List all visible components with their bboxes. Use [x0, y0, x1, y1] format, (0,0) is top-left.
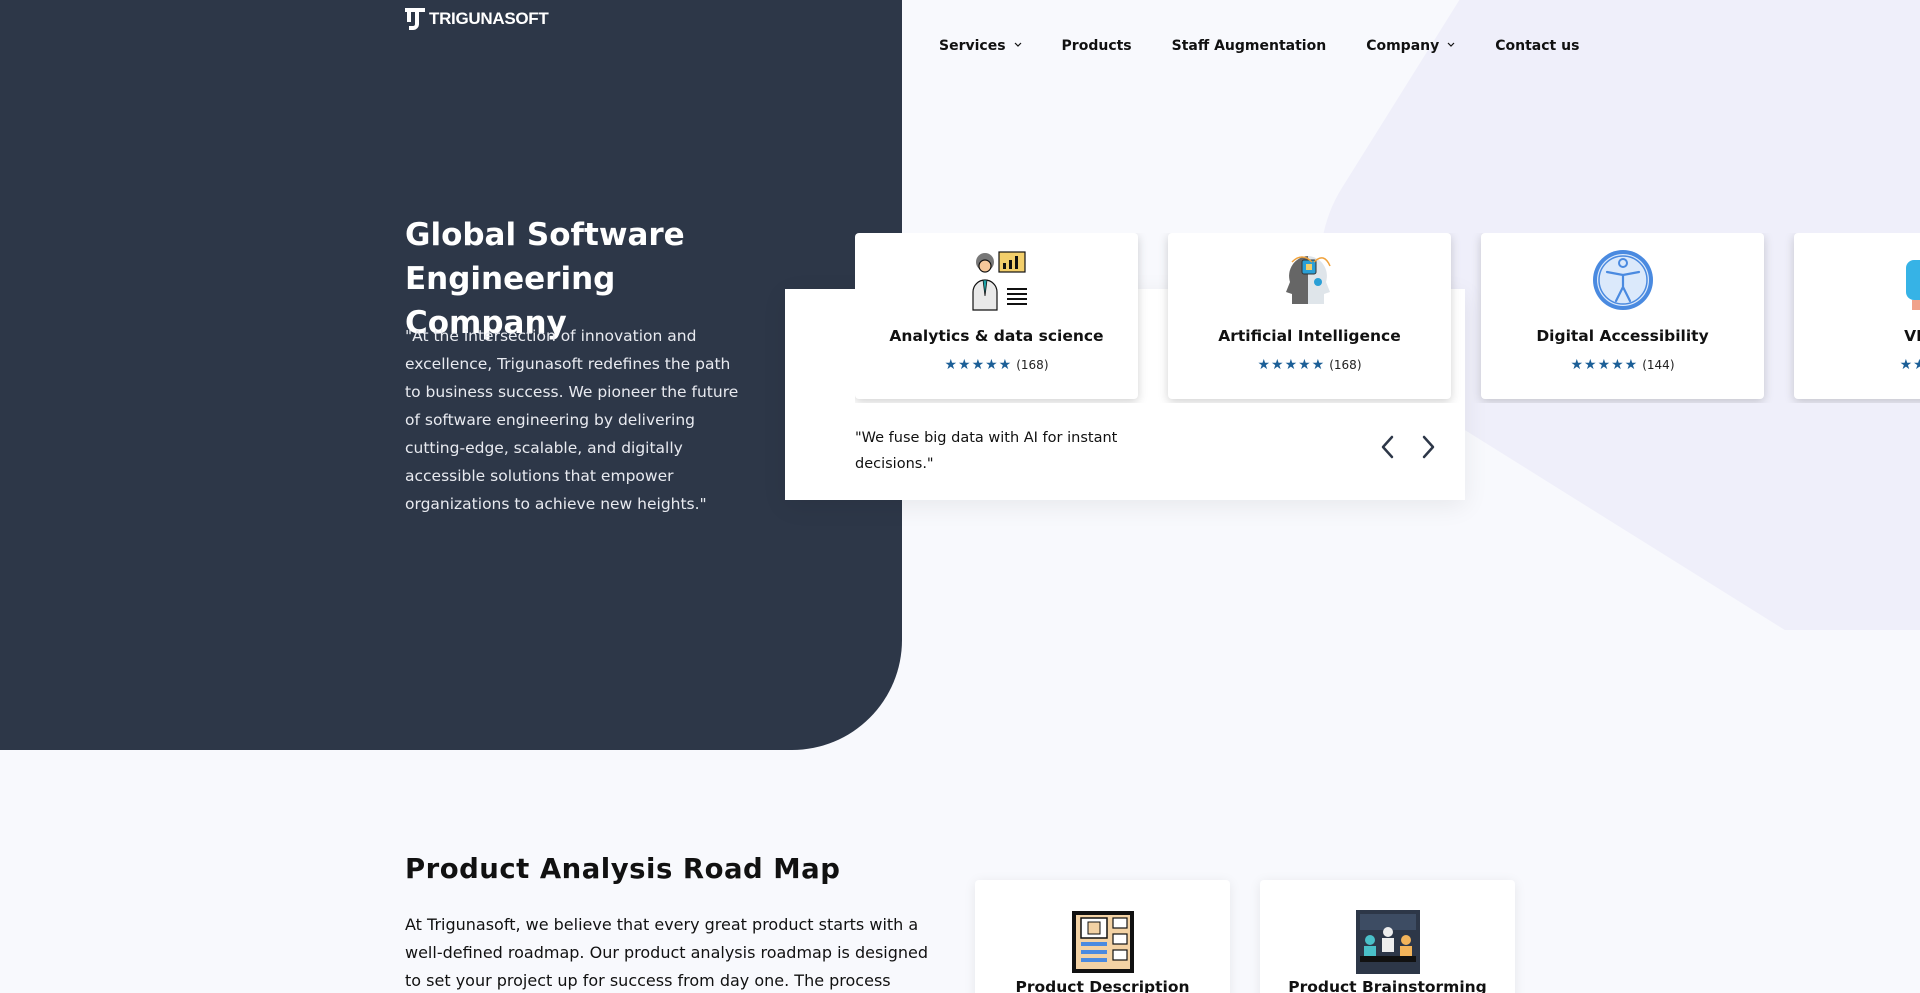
ai-head-icon [1278, 248, 1342, 312]
nav-services[interactable]: Services [939, 38, 1022, 54]
card-title: VR Dev [1904, 327, 1920, 345]
nav-contact-us-label: Contact us [1495, 38, 1580, 54]
rating-count: (168) [1016, 358, 1049, 372]
product-description-icon [1071, 910, 1135, 974]
carousel-controls [1378, 432, 1438, 462]
card-rating: ★★★★★ (144) [1570, 357, 1674, 373]
roadmap-description: At Trigunasoft, we believe that every gr… [405, 915, 929, 990]
chevron-down-icon [1447, 41, 1455, 51]
carousel-track: Analytics & data science ★★★★★ (168) Art… [855, 233, 1920, 403]
rating-count: (168) [1329, 358, 1362, 372]
star-rating-icon: ★★★★★ [1899, 357, 1920, 373]
nav-products[interactable]: Products [1062, 38, 1132, 54]
rating-count: (144) [1642, 358, 1675, 372]
services-carousel: Analytics & data science ★★★★★ (168) Art… [855, 233, 1920, 403]
star-rating-icon: ★★★★★ [1257, 357, 1326, 373]
nav-staff-augmentation-label: Staff Augmentation [1171, 38, 1327, 54]
card-rating: ★★★★★ [1900, 357, 1920, 373]
card-title: Artificial Intelligence [1218, 327, 1401, 345]
main-nav: Services Products Staff Augmentation Com… [939, 38, 1579, 54]
vr-icon [1904, 248, 1920, 312]
nav-company[interactable]: Company [1366, 38, 1455, 54]
logo-mark-icon [405, 8, 425, 30]
brainstorming-icon [1355, 910, 1420, 974]
service-card-ai[interactable]: Artificial Intelligence ★★★★★ (168) [1168, 233, 1451, 399]
service-card-analytics[interactable]: Analytics & data science ★★★★★ (168) [855, 233, 1138, 399]
nav-products-label: Products [1061, 38, 1132, 54]
card-rating: ★★★★★ (168) [944, 357, 1048, 373]
card-title: Analytics & data science [889, 327, 1104, 345]
roadmap-title: Product Analysis Road Map [405, 853, 841, 885]
brand-logo[interactable]: TRIGUNASOFT [405, 8, 549, 30]
nav-services-label: Services [939, 38, 1006, 54]
chevron-left-icon[interactable] [1378, 432, 1398, 462]
nav-company-label: Company [1366, 38, 1440, 54]
chevron-down-icon [1014, 41, 1022, 51]
card-title: Product Brainstorming [1288, 978, 1487, 993]
hero-description: "At the intersection of innovation and e… [405, 327, 739, 513]
nav-staff-augmentation[interactable]: Staff Augmentation [1172, 38, 1327, 54]
roadmap-card-product-description[interactable]: Product Description [975, 880, 1230, 993]
star-rating-icon: ★★★★★ [1570, 357, 1639, 373]
accessibility-icon [1591, 248, 1655, 312]
carousel-quote: "We fuse big data with AI for instant de… [855, 430, 1118, 472]
card-title: Product Description [1015, 978, 1190, 993]
card-rating: ★★★★★ (168) [1257, 357, 1361, 373]
analytics-icon [965, 248, 1029, 312]
nav-contact-us[interactable]: Contact us [1495, 38, 1579, 54]
service-card-accessibility[interactable]: Digital Accessibility ★★★★★ (144) [1481, 233, 1764, 399]
roadmap-card-product-brainstorming[interactable]: Product Brainstorming [1260, 880, 1515, 993]
card-title: Digital Accessibility [1536, 327, 1709, 345]
brand-name: TRIGUNASOFT [429, 9, 549, 28]
service-card-vr[interactable]: VR Dev ★★★★★ [1794, 233, 1920, 399]
chevron-right-icon[interactable] [1418, 432, 1438, 462]
star-rating-icon: ★★★★★ [944, 357, 1013, 373]
